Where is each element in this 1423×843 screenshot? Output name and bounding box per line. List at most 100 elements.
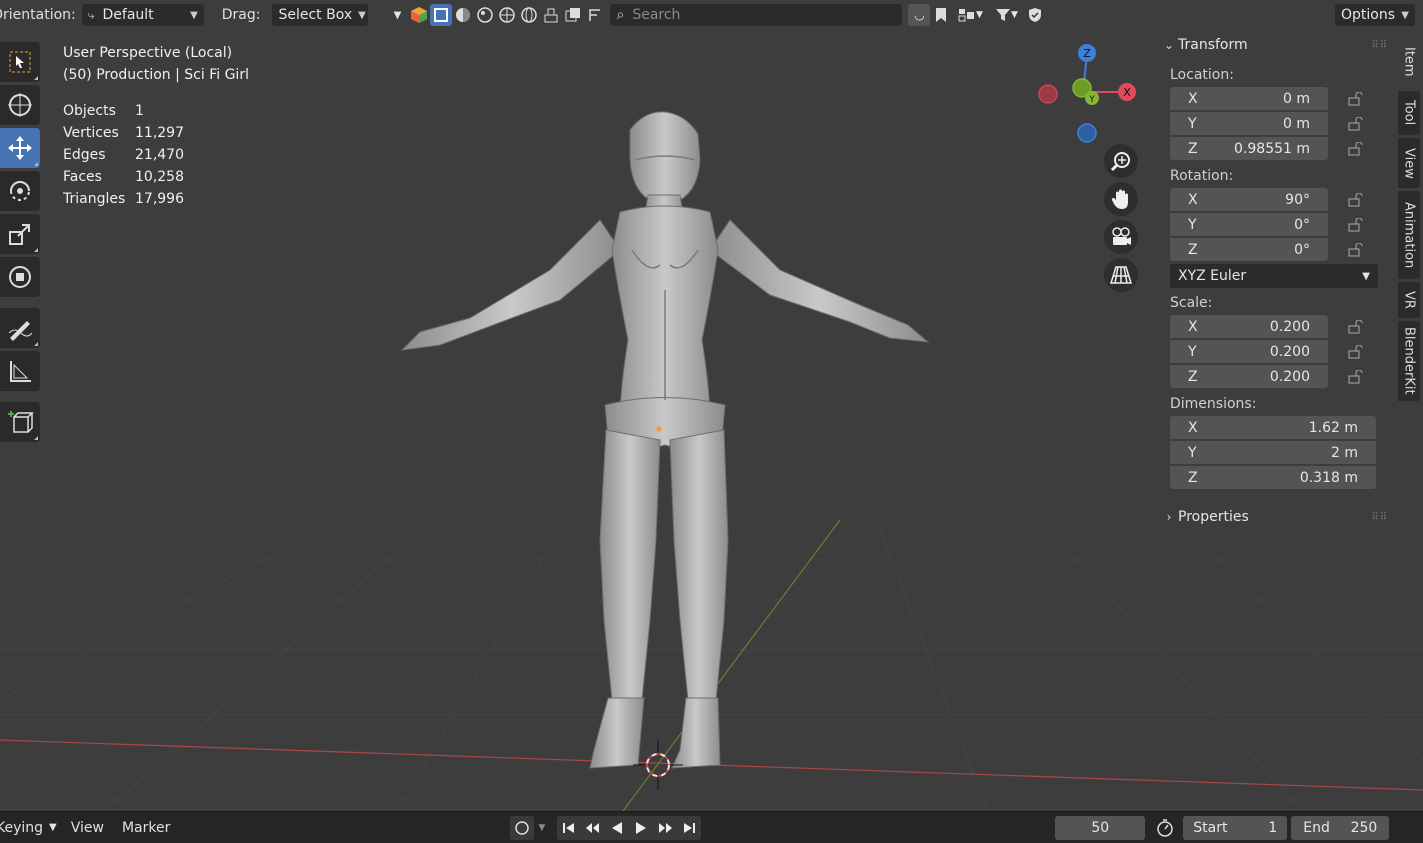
chevron-down-icon: ▼ [1401,9,1409,21]
xray-toggle-icon[interactable] [540,4,562,26]
current-frame-field[interactable]: 50 [1055,815,1146,840]
display-mode-icon[interactable]: ▼ [952,4,988,26]
rotate-tool[interactable] [0,171,40,211]
properties-section-header[interactable]: › Properties ⠿⠿ [1160,504,1396,530]
marker-menu[interactable]: Marker [122,820,170,836]
overlay-dropdown-icon[interactable]: ▼ [386,4,408,26]
stat-row: Triangles 17,996 [63,188,249,210]
end-label: End [1303,819,1330,836]
sidebar-item-panel: ⌄ Transform ⠿⠿ Location: X 0 m Y 0 m Z 0.98… [1160,32,1396,552]
lock-icon[interactable] [1342,342,1370,362]
drag-grip-icon[interactable]: ⠿⠿ [1371,512,1396,523]
rotation-z-field[interactable]: Z 0° [1170,238,1328,261]
stopwatch-icon[interactable] [1153,816,1177,840]
location-z-field[interactable]: Z 0.98551 m [1170,137,1328,160]
chevron-down-icon[interactable]: ▼ [538,823,545,833]
lock-icon[interactable] [1342,114,1370,134]
lock-icon[interactable] [1342,139,1370,159]
lock-icon[interactable] [1342,215,1370,235]
tab-item[interactable]: Item [1398,36,1420,88]
options-dropdown[interactable]: Options ▼ [1335,4,1415,26]
add-cube-tool[interactable] [0,402,40,442]
grid-perspective-icon [1110,266,1132,284]
cursor-tool[interactable] [0,85,40,125]
camera-view-button[interactable] [1104,220,1138,254]
jump-start-icon[interactable] [557,816,581,840]
tab-animation[interactable]: Animation [1398,191,1420,279]
rotation-mode-dropdown[interactable]: XYZ Euler ▼ [1170,264,1378,288]
lock-icon[interactable] [1342,89,1370,109]
dimensions-y-field[interactable]: Y 2 m [1170,441,1376,464]
dimensions-z-field[interactable]: Z 0.318 m [1170,466,1376,489]
solid-select-icon[interactable] [430,4,453,26]
transform-title: Transform [1178,37,1248,53]
dimensions-x-field[interactable]: X 1.62 m [1170,416,1376,439]
navigation-gizmo[interactable]: Z X Y [1030,40,1140,150]
play-reverse-icon[interactable] [605,816,629,840]
tab-vr[interactable]: VR [1398,282,1420,318]
shading-wireframe-icon[interactable] [518,4,540,26]
drag-dropdown[interactable]: Select Box ▼ [272,4,369,26]
hand-icon [1111,189,1128,209]
jump-end-icon[interactable] [677,816,701,840]
neg-x-axis-handle[interactable] [1038,84,1058,104]
tab-blenderkit[interactable]: BlenderKit [1398,321,1420,401]
end-frame-field[interactable]: End 250 [1291,815,1390,840]
lock-icon[interactable] [1342,190,1370,210]
bookmark-icon[interactable] [930,4,952,26]
neg-z-axis-handle[interactable] [1077,123,1097,143]
annotate-tool[interactable] [0,308,40,348]
jump-keyframe-back-icon[interactable] [581,816,605,840]
gizmos-icon[interactable] [584,4,606,26]
sci-fi-girl-model[interactable] [380,100,950,790]
move-tool[interactable] [0,128,40,168]
tab-tool[interactable]: Tool [1398,91,1420,135]
location-y-field[interactable]: Y 0 m [1170,112,1328,135]
axis-label: X [1188,90,1198,107]
lock-icon[interactable] [1342,240,1370,260]
shield-icon[interactable] [1024,4,1046,26]
scale-y-field[interactable]: Y 0.200 [1170,340,1328,363]
rotation-x-field[interactable]: X 90° [1170,188,1328,211]
scale-z-field[interactable]: Z 0.200 [1170,365,1328,388]
field-value: 0.200 [1269,318,1310,335]
tab-view[interactable]: View [1398,138,1420,188]
axis-label: Y [1188,343,1197,360]
shading-material-icon[interactable] [474,4,496,26]
proportional-edit-icon[interactable]: ◡ [908,4,931,26]
measure-tool[interactable] [0,351,40,391]
y-axis-label: Y [1088,95,1095,105]
transform-section-header[interactable]: ⌄ Transform ⠿⠿ [1160,32,1396,58]
start-frame-field[interactable]: Start 1 [1183,815,1288,840]
transform-tool[interactable] [0,257,40,297]
overlays-icon[interactable] [562,4,584,26]
zoom-button[interactable] [1104,144,1138,178]
auto-keying-toggle[interactable] [510,815,535,840]
drag-grip-icon[interactable]: ⠿⠿ [1371,40,1396,51]
shading-solid-icon[interactable] [452,4,474,26]
shading-rendered-icon[interactable] [496,4,518,26]
3d-cursor-icon[interactable] [633,740,683,790]
perspective-toggle-button[interactable] [1104,258,1138,292]
stat-label: Objects [63,103,116,119]
stat-label: Triangles [63,191,126,207]
scale-x-field[interactable]: X 0.200 [1170,315,1328,338]
scale-tool[interactable] [0,214,40,254]
play-icon[interactable] [629,816,653,840]
filter-icon[interactable]: ▼ [988,4,1024,26]
viewport-gizmo-color-icon[interactable] [408,4,430,26]
field-value: 90° [1285,191,1310,208]
pan-button[interactable] [1104,182,1138,216]
location-x-field[interactable]: X 0 m [1170,87,1328,110]
jump-keyframe-forward-icon[interactable] [653,816,677,840]
lock-icon[interactable] [1342,317,1370,337]
record-icon [515,820,530,835]
lock-icon[interactable] [1342,367,1370,387]
stat-value: 1 [135,103,144,119]
keying-menu[interactable]: Keying [0,820,43,836]
view-menu[interactable]: View [71,820,104,836]
orientation-dropdown[interactable]: ⤷ Default ▼ [81,4,204,26]
search-input[interactable]: ⌕ Search [610,4,903,26]
rotation-y-field[interactable]: Y 0° [1170,213,1328,236]
select-box-tool[interactable] [0,42,40,82]
